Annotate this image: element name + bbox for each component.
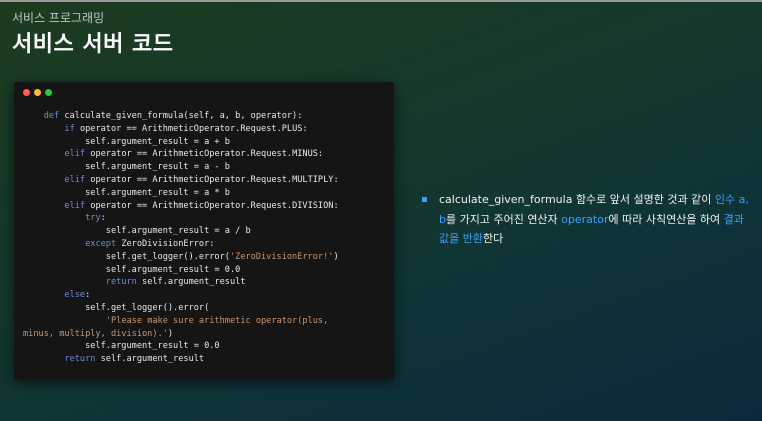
code-line: 'Please make sure arithmetic operator(pl… — [23, 315, 339, 328]
code-window: def calculate_given_formula(self, a, b, … — [14, 82, 394, 379]
code-text: operator == ArithmeticOperator.Request.D… — [85, 200, 339, 211]
code-keyword: try — [85, 213, 101, 224]
code-string: 'Please make sure arithmetic operator(pl… — [105, 315, 329, 326]
close-dot-icon — [23, 89, 30, 96]
description-segment: 를 가지고 주어진 연산자 — [445, 212, 562, 226]
code-line: self.argument_result = a - b — [23, 161, 339, 174]
code-keyword: else — [64, 290, 86, 301]
description-segment: calculate_given_formula 함수로 앞서 설명한 것과 같이 — [439, 193, 715, 206]
code-line: self.argument_result = a + b — [23, 136, 339, 149]
code-line: def calculate_given_formula(self, a, b, … — [23, 110, 339, 123]
code-line: except ZeroDivisionError: — [23, 238, 339, 251]
window-controls — [23, 89, 52, 96]
code-keyword: elif — [64, 174, 86, 185]
highlight-text: operator — [561, 212, 609, 226]
code-text: self.argument_result = a / b — [23, 226, 251, 237]
code-line: elif operator == ArithmeticOperator.Requ… — [23, 148, 339, 161]
code-text: self.argument_result = 0.0 — [23, 264, 241, 275]
bullet-square-icon — [422, 197, 427, 202]
slide-subtitle: 서비스 프로그래밍 — [12, 11, 105, 25]
description-segment: 한다 — [482, 232, 504, 245]
code-line: elif operator == ArithmeticOperator.Requ… — [23, 174, 339, 187]
code-text: calculate_given_formula(self, a, b, oper… — [59, 111, 303, 121]
code-text: ZeroDivisionError: — [116, 238, 215, 249]
slide-title: 서비스 서버 코드 — [12, 32, 174, 57]
code-line: self.argument_result = a / b — [23, 225, 339, 238]
code-text: ) — [167, 328, 174, 339]
code-keyword: def — [43, 111, 60, 121]
code-text: operator == ArithmeticOperator.Request.P… — [74, 123, 308, 134]
code-text: self.get_logger().error( — [23, 302, 210, 313]
code-text: self.argument_result = a + b — [23, 136, 230, 147]
code-line: else: — [23, 289, 339, 302]
code-keyword: return — [64, 354, 96, 365]
code-text: self.get_logger().error( — [23, 251, 230, 262]
code-keyword: if — [64, 123, 75, 134]
code-line: self.get_logger().error('ZeroDivisionErr… — [23, 251, 339, 264]
code-keyword: return — [105, 277, 137, 288]
code-text: self.argument_result — [136, 277, 246, 288]
code-keyword: except — [85, 238, 117, 249]
code-string: minus, multiply, division).' — [23, 328, 168, 339]
code-line: minus, multiply, division).') — [23, 328, 339, 341]
code-line: elif operator == ArithmeticOperator.Requ… — [23, 200, 339, 213]
code-line: try: — [23, 212, 339, 225]
code-keyword: elif — [64, 149, 86, 160]
description-segment: 에 따라 사칙연산을 하여 — [608, 212, 724, 226]
code-line: if operator == ArithmeticOperator.Reques… — [23, 123, 339, 136]
code-text: self.argument_result = 0.0 — [23, 341, 220, 352]
code-line: self.get_logger().error( — [23, 302, 339, 315]
code-string: 'ZeroDivisionError!' — [229, 251, 334, 262]
code-line: self.argument_result = a * b — [23, 187, 339, 200]
minimize-dot-icon — [34, 89, 41, 96]
code-text: ) — [333, 251, 339, 262]
code-text: self.argument_result = a - b — [23, 162, 230, 173]
description-bullet: calculate_given_formula 함수로 앞서 설명한 것과 같이… — [422, 190, 752, 249]
code-line: return self.argument_result — [23, 276, 339, 289]
code-block: def calculate_given_formula(self, a, b, … — [23, 110, 339, 366]
code-text: self.argument_result — [95, 354, 205, 365]
code-text: self.argument_result = a * b — [23, 187, 230, 198]
code-text: : — [100, 213, 106, 224]
code-line: self.argument_result = 0.0 — [23, 264, 339, 277]
description-text: calculate_given_formula 함수로 앞서 설명한 것과 같이… — [439, 190, 752, 249]
maximize-dot-icon — [45, 89, 52, 96]
code-line: return self.argument_result — [23, 353, 339, 366]
code-text: : — [85, 290, 91, 301]
code-line: self.argument_result = 0.0 — [23, 340, 339, 353]
code-keyword: elif — [64, 200, 86, 211]
code-text: operator == ArithmeticOperator.Request.M… — [85, 174, 339, 185]
top-border-line — [0, 0, 762, 2]
code-text: operator == ArithmeticOperator.Request.M… — [85, 149, 324, 160]
